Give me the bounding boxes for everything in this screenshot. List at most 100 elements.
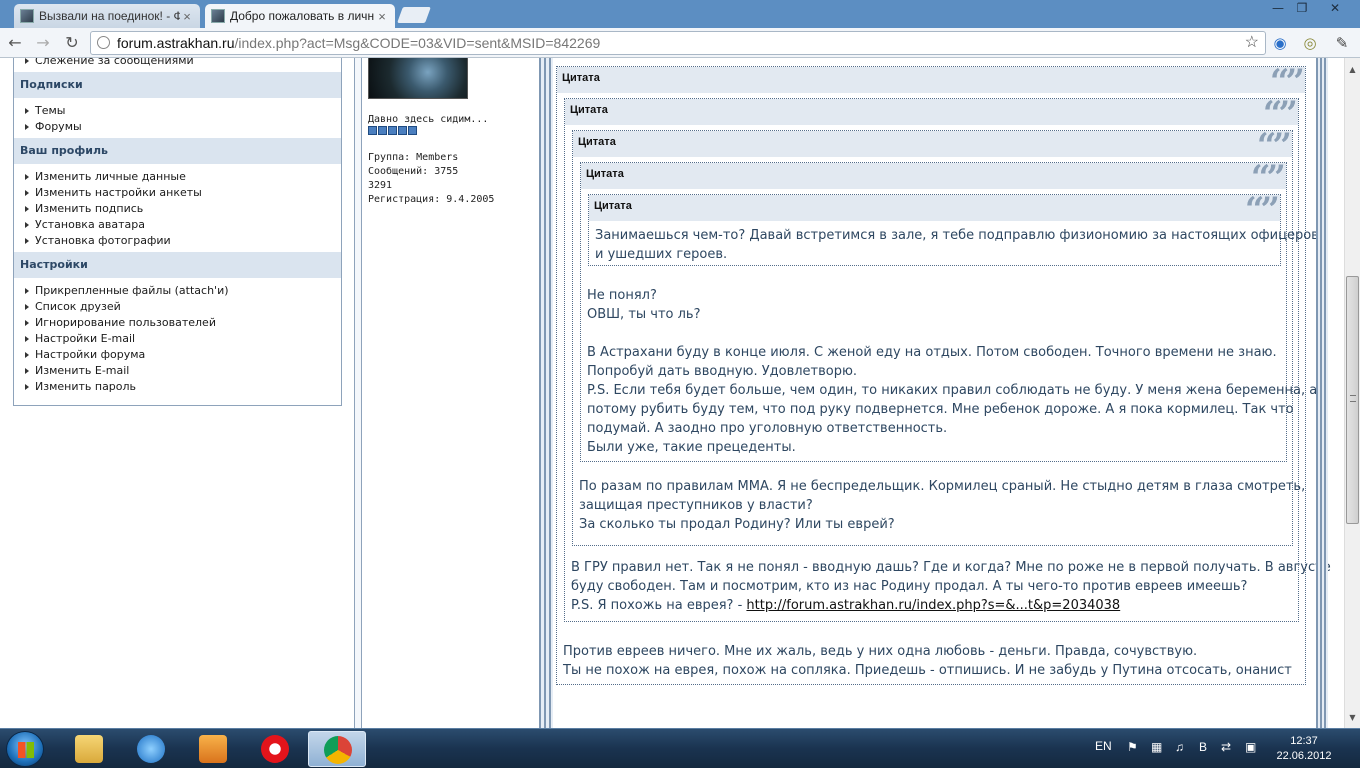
text-line: Были уже, такие прецеденты. (587, 440, 796, 455)
extension-eye-icon[interactable]: ◎ (1300, 33, 1320, 53)
bullet-icon (25, 174, 29, 180)
vertical-scrollbar[interactable]: ▲ ▼ (1344, 58, 1360, 728)
ie-taskbar-button[interactable] (122, 731, 180, 767)
wrench-icon[interactable]: ✎ (1332, 33, 1352, 53)
tab-title: Добро пожаловать в личн (230, 9, 375, 23)
tab-title: Вызвали на поединок! - Ф (39, 9, 180, 23)
extension-eye-blue-icon[interactable]: ◉ (1270, 33, 1290, 53)
bullet-icon (25, 58, 29, 64)
tab-close-icon[interactable]: × (375, 9, 389, 24)
quote-header: Цитата “” (581, 158, 1286, 198)
quote-block: Цитата “” Цитата “” Цитата “” Занимаешься ч… (572, 126, 1319, 546)
quote-block: Цитата “” Занимаешься чем-то? Давай встре… (588, 190, 1319, 266)
quote-text: По разам по правилам ММА. Я не беспредел… (579, 477, 1305, 534)
quote-header: Цитата “” (573, 126, 1292, 166)
start-button[interactable] (6, 731, 44, 767)
quote-header: Цитата “” (589, 190, 1280, 230)
tab-close-icon[interactable]: × (180, 9, 194, 24)
url-path: /index.php?act=Msg&CODE=03&VID=sent&MSID… (234, 35, 601, 51)
sidebar-item-profile-settings[interactable]: Изменить настройки анкеты (24, 185, 202, 201)
text-line: По разам по правилам ММА. Я не беспредел… (579, 479, 1306, 494)
bullet-icon (25, 288, 29, 294)
maximize-button[interactable]: ❐ (1290, 0, 1314, 18)
quote-text: Против евреев ничего. Мне их жаль, ведь … (563, 642, 1292, 680)
scroll-down-icon[interactable]: ▼ (1345, 710, 1360, 725)
sidebar-section-subscriptions: Подписки (14, 72, 341, 98)
close-window-button[interactable]: ✕ (1316, 0, 1354, 18)
sidebar-item-ignore[interactable]: Игнорирование пользователей (24, 315, 216, 331)
sidebar-item-photo[interactable]: Установка фотографии (24, 233, 171, 249)
forward-arrow-icon[interactable]: → (32, 33, 54, 53)
column-divider (539, 58, 553, 728)
bookmark-star-icon[interactable]: ☆ (1245, 32, 1259, 54)
bullet-icon (25, 124, 29, 130)
sidebar-item-edit-personal[interactable]: Изменить личные данные (24, 169, 186, 185)
quote-text: Не понял? ОВШ, ты что ль? В Астрахани бу… (587, 286, 1317, 457)
text-line: В Астрахани буду в конце июля. С женой е… (587, 345, 1277, 360)
text-line: Ты не похож на еврея, похож на сопляка. … (563, 663, 1292, 678)
sidebar-item-tracking[interactable]: Слежение за сообщениями (24, 58, 194, 69)
sidebar-item-change-email[interactable]: Изменить E-mail (24, 363, 129, 379)
text-line: Попробуй дать вводную. Удовлетворю. (587, 364, 858, 379)
text-line: В ГРУ правил нет. Так я не понял - вводн… (571, 560, 1331, 575)
explorer-taskbar-button[interactable] (60, 731, 118, 767)
sidebar-item-topics[interactable]: Темы (24, 103, 65, 119)
quote-label: Цитата (594, 200, 632, 212)
text-line: Не понял? (587, 288, 657, 303)
post-link[interactable]: http://forum.astrakhan.ru/index.php?s=&.… (746, 598, 1120, 613)
sidebar-item-label: Установка аватара (35, 218, 146, 231)
sidebar-item-attachments[interactable]: Прикрепленные файлы (attach'и) (24, 283, 229, 299)
address-bar[interactable]: forum.astrakhan.ru/index.php?act=Msg&COD… (90, 31, 1266, 55)
member-number: 3291 (368, 180, 393, 191)
tab-active[interactable]: Добро пожаловать в личн × (205, 4, 395, 28)
bullet-icon (25, 190, 29, 196)
rank-pip-icon (368, 126, 377, 135)
tab-inactive[interactable]: Вызвали на поединок! - Ф × (14, 4, 200, 28)
quote-label: Цитата (586, 168, 624, 180)
post-border (1316, 58, 1328, 728)
bullet-icon (25, 222, 29, 228)
browser-titlebar: Вызвали на поединок! - Ф × Добро пожалов… (0, 0, 1360, 28)
sidebar-item-avatar[interactable]: Установка аватара (24, 217, 145, 233)
chrome-taskbar-button[interactable] (308, 731, 366, 767)
sidebar-item-label: Настройки форума (35, 348, 146, 361)
sidebar-item-label: Игнорирование пользователей (35, 316, 216, 329)
column-divider (354, 58, 362, 728)
sidebar-item-friends[interactable]: Список друзей (24, 299, 121, 315)
bullet-icon (25, 352, 29, 358)
action-center-flag-icon[interactable]: ⚑ (1127, 740, 1138, 754)
network-icon[interactable]: ▦ (1151, 740, 1162, 754)
vk-icon[interactable]: В (1199, 740, 1207, 754)
folder-icon (75, 735, 103, 763)
system-clock[interactable]: 12:37 22.06.2012 (1268, 734, 1340, 764)
sidebar-item-change-password[interactable]: Изменить пароль (24, 379, 136, 395)
sidebar-item-label: Изменить пароль (35, 380, 137, 393)
sidebar-item-email-settings[interactable]: Настройки E-mail (24, 331, 135, 347)
opera-taskbar-button[interactable] (246, 731, 304, 767)
connection-icon[interactable]: ⇄ (1221, 740, 1231, 754)
rank-pip-icon (408, 126, 417, 135)
sidebar-item-signature[interactable]: Изменить подпись (24, 201, 143, 217)
quote-label: Цитата (570, 104, 608, 116)
page-content: Слежение за сообщениями Подписки Темы Фо… (0, 58, 1344, 728)
scroll-thumb[interactable] (1346, 276, 1359, 524)
new-tab-button[interactable] (397, 7, 431, 23)
bullet-icon (25, 206, 29, 212)
device-icon[interactable]: ▣ (1245, 740, 1256, 754)
rank-title: Давно здесь сидим... (368, 114, 489, 125)
back-arrow-icon[interactable]: ← (4, 33, 26, 53)
language-indicator[interactable]: EN (1095, 739, 1112, 753)
sidebar-item-label: Прикрепленные файлы (attach'и) (35, 284, 229, 297)
sidebar-item-forums[interactable]: Форумы (24, 119, 82, 135)
sidebar-item-forum-settings[interactable]: Настройки форума (24, 347, 145, 363)
minimize-button[interactable]: — (1266, 0, 1290, 18)
sidebar-section-profile: Ваш профиль (14, 138, 341, 164)
sidebar-item-label: Слежение за сообщениями (35, 58, 194, 67)
volume-icon[interactable]: ♫ (1175, 740, 1184, 754)
scroll-up-icon[interactable]: ▲ (1345, 62, 1360, 77)
sidebar-item-label: Настройки E-mail (35, 332, 136, 345)
media-player-taskbar-button[interactable] (184, 731, 242, 767)
reload-icon[interactable]: ↻ (61, 33, 83, 53)
clock-time: 12:37 (1290, 735, 1318, 747)
bullet-icon (25, 108, 29, 114)
